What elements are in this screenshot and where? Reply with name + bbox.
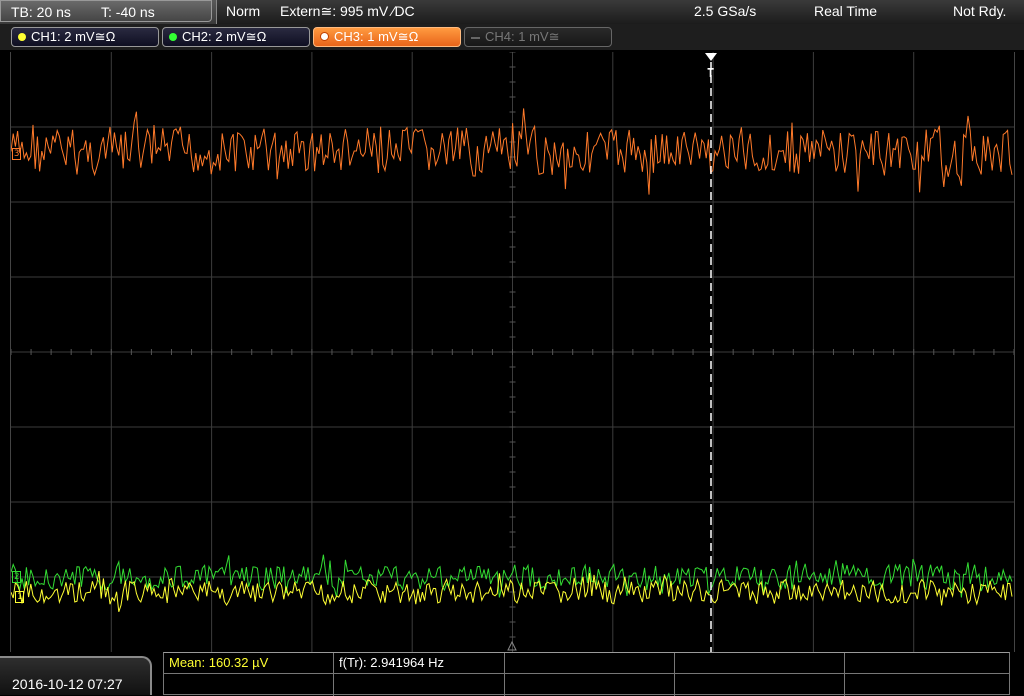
- ch3-offset-marker[interactable]: 3: [12, 148, 22, 160]
- measurement-slot-6[interactable]: [164, 674, 334, 696]
- measurement-slot-7[interactable]: [334, 674, 505, 696]
- channel-tab-ch3[interactable]: CH3: 1 mV≅Ω: [313, 27, 461, 47]
- trigger-status: Not Rdy.: [953, 3, 1007, 19]
- ch3-color-dot: [320, 32, 329, 42]
- ch1-offset-marker[interactable]: 1: [15, 591, 25, 603]
- waveform-svg: [11, 52, 1014, 652]
- datetime-box: 2016-10-12 07:27: [0, 656, 152, 695]
- channel-tab-row: CH1: 2 mV≅Ω CH2: 2 mV≅Ω CH3: 1 mV≅Ω CH4:…: [0, 24, 1024, 50]
- measurement-row-2: [164, 673, 1009, 696]
- measurement-frequency[interactable]: f(Tr): 2.941964 Hz: [334, 653, 505, 673]
- measurement-mean[interactable]: Mean: 160.32 µV: [164, 653, 334, 673]
- ch3-label: CH3: 1 mV≅Ω: [334, 29, 419, 44]
- ch2-label: CH2: 2 mV≅Ω: [182, 29, 267, 44]
- channel-tab-ch1[interactable]: CH1: 2 mV≅Ω: [11, 27, 159, 47]
- ch1-color-dot: [18, 32, 26, 41]
- trigger-source: Extern≅: 995 mV ∕DC: [280, 3, 415, 19]
- ch4-off-indicator: [471, 36, 480, 39]
- measurement-slot-3[interactable]: [505, 653, 675, 673]
- waveform-display[interactable]: 3 2 1 T: [10, 52, 1015, 652]
- timebase-box[interactable]: TB: 20 ns T: -40 ns: [0, 0, 212, 22]
- ch2-offset-marker[interactable]: 2: [12, 571, 22, 583]
- ch4-label: CH4: 1 mV≅: [485, 29, 560, 44]
- timebase-value: TB: 20 ns: [11, 4, 71, 20]
- measurement-bar: 2016-10-12 07:27 Mean: 160.32 µV f(Tr): …: [0, 652, 1024, 696]
- ch1-label: CH1: 2 mV≅Ω: [31, 29, 116, 44]
- acquisition-type: Real Time: [814, 3, 878, 19]
- trigger-position-arrow: [705, 53, 717, 61]
- acquisition-mode: Norm: [226, 3, 261, 19]
- trigger-position-label[interactable]: T: [706, 67, 715, 79]
- channel-tab-ch2[interactable]: CH2: 2 mV≅Ω: [162, 27, 310, 47]
- sample-rate: 2.5 GSa/s: [694, 3, 757, 19]
- ch3-trace: [11, 108, 1013, 195]
- status-bar: TB: 20 ns T: -40 ns Norm Extern≅: 995 mV…: [0, 0, 1024, 24]
- measurement-slot-4[interactable]: [675, 653, 845, 673]
- trigger-settings-bar[interactable]: Norm Extern≅: 995 mV ∕DC 2.5 GSa/s Real …: [216, 0, 1024, 24]
- measurement-slot-8[interactable]: [505, 674, 675, 696]
- measurement-slot-5[interactable]: [845, 653, 1011, 673]
- ch2-color-dot: [169, 32, 177, 41]
- datetime: 2016-10-12 07:27: [12, 676, 123, 692]
- measurement-slot-9[interactable]: [675, 674, 845, 696]
- measurement-slot-10[interactable]: [845, 674, 1011, 696]
- measurement-table[interactable]: Mean: 160.32 µV f(Tr): 2.941964 Hz: [163, 652, 1011, 696]
- channel-tab-ch4[interactable]: CH4: 1 mV≅: [464, 27, 612, 47]
- trigger-time-value: T: -40 ns: [101, 4, 155, 20]
